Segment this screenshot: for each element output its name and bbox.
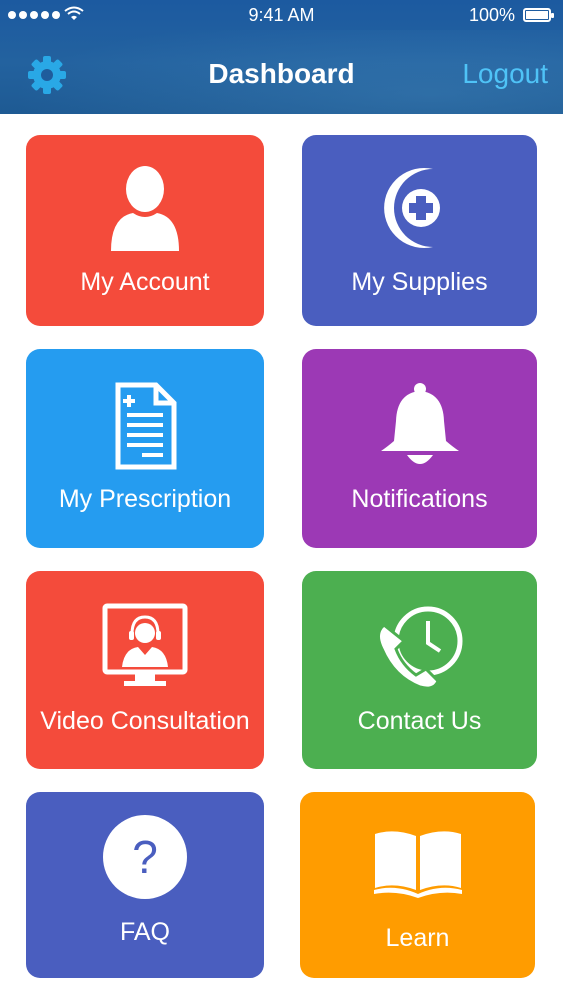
logout-button[interactable]: Logout <box>462 58 548 90</box>
bell-icon <box>380 383 459 464</box>
app-header: 9:41 AM 100% Dashboard Logout <box>0 0 563 114</box>
tile-learn[interactable]: Learn <box>300 792 535 978</box>
tile-contact-us[interactable]: Contact Us <box>302 571 537 769</box>
video-consultation-icon <box>102 603 188 686</box>
tile-label: My Supplies <box>351 268 488 296</box>
tile-my-supplies[interactable]: My Supplies <box>302 135 537 326</box>
svg-text:?: ? <box>132 831 158 883</box>
tile-label: Learn <box>385 924 450 952</box>
tile-label: Contact Us <box>357 707 482 735</box>
user-icon <box>111 166 179 251</box>
prescription-document-icon <box>115 382 177 470</box>
tile-label: My Account <box>80 268 210 296</box>
battery-icon <box>523 8 554 22</box>
tile-my-account[interactable]: My Account <box>26 135 264 326</box>
medical-cross-icon <box>383 168 440 248</box>
phone-clock-icon <box>376 606 462 690</box>
status-bar: 9:41 AM 100% <box>0 0 563 30</box>
tile-label: Video Consultation <box>40 707 250 735</box>
battery-percent: 100% <box>468 5 515 25</box>
tile-notifications[interactable]: Notifications <box>302 349 537 548</box>
tile-label: FAQ <box>119 918 170 946</box>
book-icon <box>373 831 462 898</box>
tile-label: My Prescription <box>58 485 232 513</box>
tile-label: Notifications <box>351 485 488 513</box>
tile-faq[interactable]: ? FAQ <box>26 792 264 978</box>
tile-my-prescription[interactable]: My Prescription <box>26 349 264 548</box>
tile-video-consultation[interactable]: Video Consultation <box>26 571 264 769</box>
question-icon: ? <box>103 815 187 899</box>
